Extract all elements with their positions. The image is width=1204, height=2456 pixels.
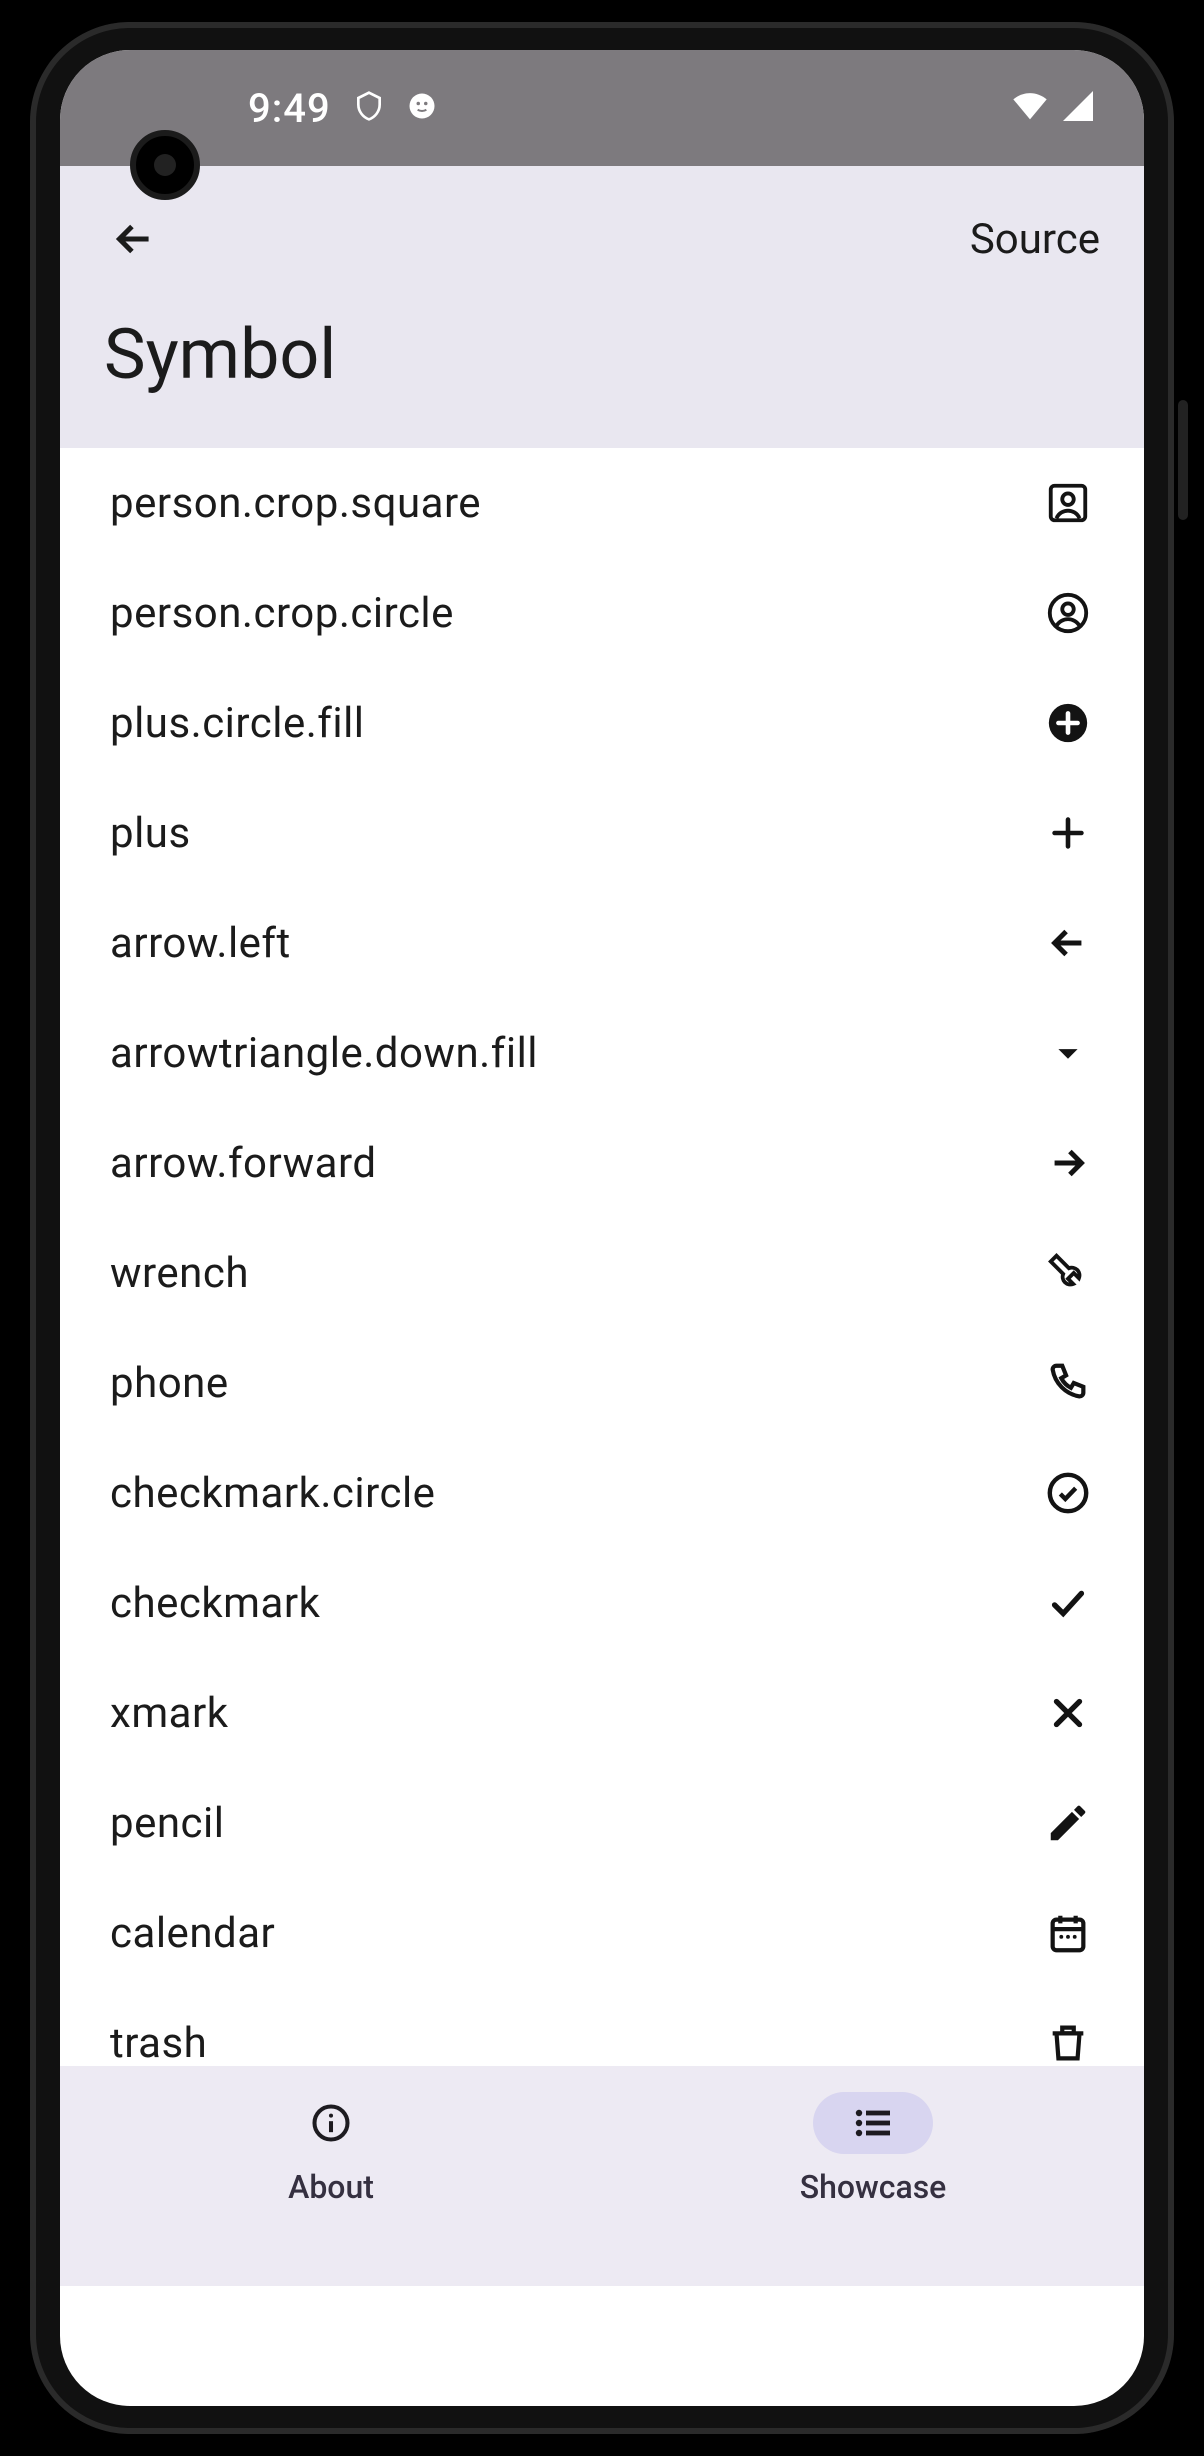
symbol-name: person.crop.circle (110, 589, 454, 638)
symbol-name: checkmark.circle (110, 1469, 435, 1518)
trash-icon (1042, 2017, 1094, 2066)
page-title: Symbol (104, 314, 1100, 396)
symbol-name: wrench (110, 1249, 249, 1298)
symbol-name: arrow.forward (110, 1139, 377, 1188)
face-icon (407, 91, 437, 125)
symbol-name: pencil (110, 1799, 224, 1848)
privacy-shield-icon (353, 90, 385, 126)
person-square-icon (1042, 477, 1094, 529)
nav-about-label: About (288, 2168, 374, 2206)
symbol-row[interactable]: xmark (60, 1658, 1144, 1768)
symbol-name: trash (110, 2019, 207, 2067)
symbol-row[interactable]: phone (60, 1328, 1144, 1438)
symbol-row[interactable]: wrench (60, 1218, 1144, 1328)
checkmark-icon (1042, 1577, 1094, 1629)
arrow-left-icon (1042, 917, 1094, 969)
statusbar-time: 9:49 (248, 85, 331, 132)
symbol-row[interactable]: pencil (60, 1768, 1144, 1878)
plus-icon (1042, 807, 1094, 859)
device-camera (130, 130, 200, 200)
symbol-name: checkmark (110, 1579, 320, 1628)
calendar-icon (1042, 1907, 1094, 1959)
arrowtriangle-down-fill-icon (1042, 1027, 1094, 1079)
arrow-forward-icon (1042, 1137, 1094, 1189)
symbol-name: calendar (110, 1909, 275, 1958)
symbol-row[interactable]: person.crop.square (60, 448, 1144, 558)
symbol-row[interactable]: checkmark (60, 1548, 1144, 1658)
back-button[interactable] (104, 209, 164, 269)
checkmark-circle-icon (1042, 1467, 1094, 1519)
nav-about[interactable]: About (60, 2092, 602, 2206)
app-header: Source Symbol (60, 166, 1144, 448)
symbol-name: arrow.left (110, 919, 291, 968)
symbol-row[interactable]: arrowtriangle.down.fill (60, 998, 1144, 1108)
person-circle-icon (1042, 587, 1094, 639)
symbol-name: person.crop.square (110, 479, 481, 528)
nav-showcase[interactable]: Showcase (602, 2092, 1144, 2206)
wrench-icon (1042, 1247, 1094, 1299)
bottom-nav: About Showcase (60, 2066, 1144, 2286)
symbol-row[interactable]: arrow.forward (60, 1108, 1144, 1218)
arrow-back-icon (109, 214, 159, 264)
symbol-row[interactable]: plus.circle.fill (60, 668, 1144, 778)
info-icon (271, 2092, 391, 2154)
symbol-name: arrowtriangle.down.fill (110, 1029, 538, 1078)
plus-circle-fill-icon (1042, 697, 1094, 749)
symbol-name: plus.circle.fill (110, 699, 365, 748)
symbol-name: plus (110, 809, 191, 858)
symbol-list[interactable]: person.crop.square person.crop.circle plus… (60, 448, 1144, 2066)
nav-showcase-label: Showcase (800, 2168, 947, 2206)
symbol-row[interactable]: arrow.left (60, 888, 1144, 998)
cellular-icon (1060, 88, 1096, 128)
phone-icon (1042, 1357, 1094, 1409)
symbol-row[interactable]: person.crop.circle (60, 558, 1144, 668)
wifi-icon (1010, 86, 1050, 130)
pencil-icon (1042, 1797, 1094, 1849)
list-icon (813, 2092, 933, 2154)
symbol-row[interactable]: checkmark.circle (60, 1438, 1144, 1548)
symbol-name: phone (110, 1359, 229, 1408)
symbol-name: xmark (110, 1689, 229, 1738)
symbol-row[interactable]: trash (60, 1988, 1144, 2066)
symbol-row[interactable]: calendar (60, 1878, 1144, 1988)
gesture-bar (462, 2374, 742, 2384)
symbol-row[interactable]: plus (60, 778, 1144, 888)
source-link[interactable]: Source (970, 215, 1100, 264)
status-bar: 9:49 (60, 50, 1144, 166)
xmark-icon (1042, 1687, 1094, 1739)
